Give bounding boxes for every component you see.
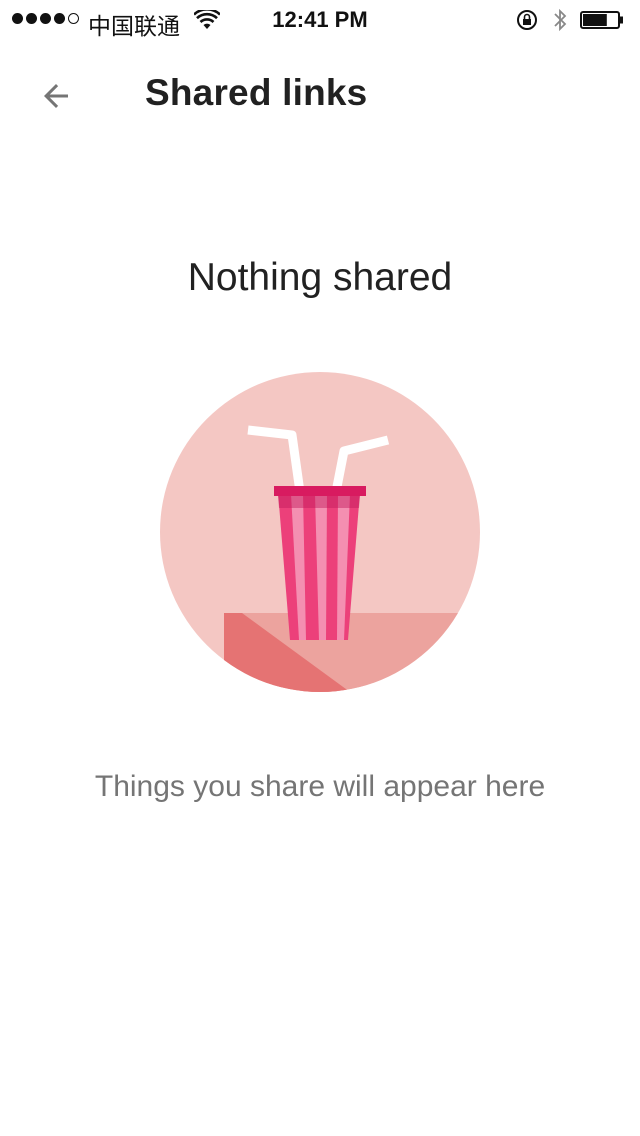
battery-icon <box>580 11 623 29</box>
rotation-lock-icon <box>517 10 537 30</box>
soda-cup-illustration <box>160 372 480 692</box>
page-title: Shared links <box>145 72 368 113</box>
empty-state-heading: Nothing shared <box>187 256 453 299</box>
app-bar: Shared links <box>0 40 640 152</box>
status-bar: 中国联通 12:41 PM <box>0 0 640 40</box>
status-time: 12:41 PM <box>272 7 368 32</box>
arrow-left-icon <box>44 84 68 108</box>
bluetooth-icon <box>554 8 567 32</box>
empty-state-subtext: Things you share will appear here <box>94 770 546 803</box>
back-button[interactable] <box>28 68 84 124</box>
